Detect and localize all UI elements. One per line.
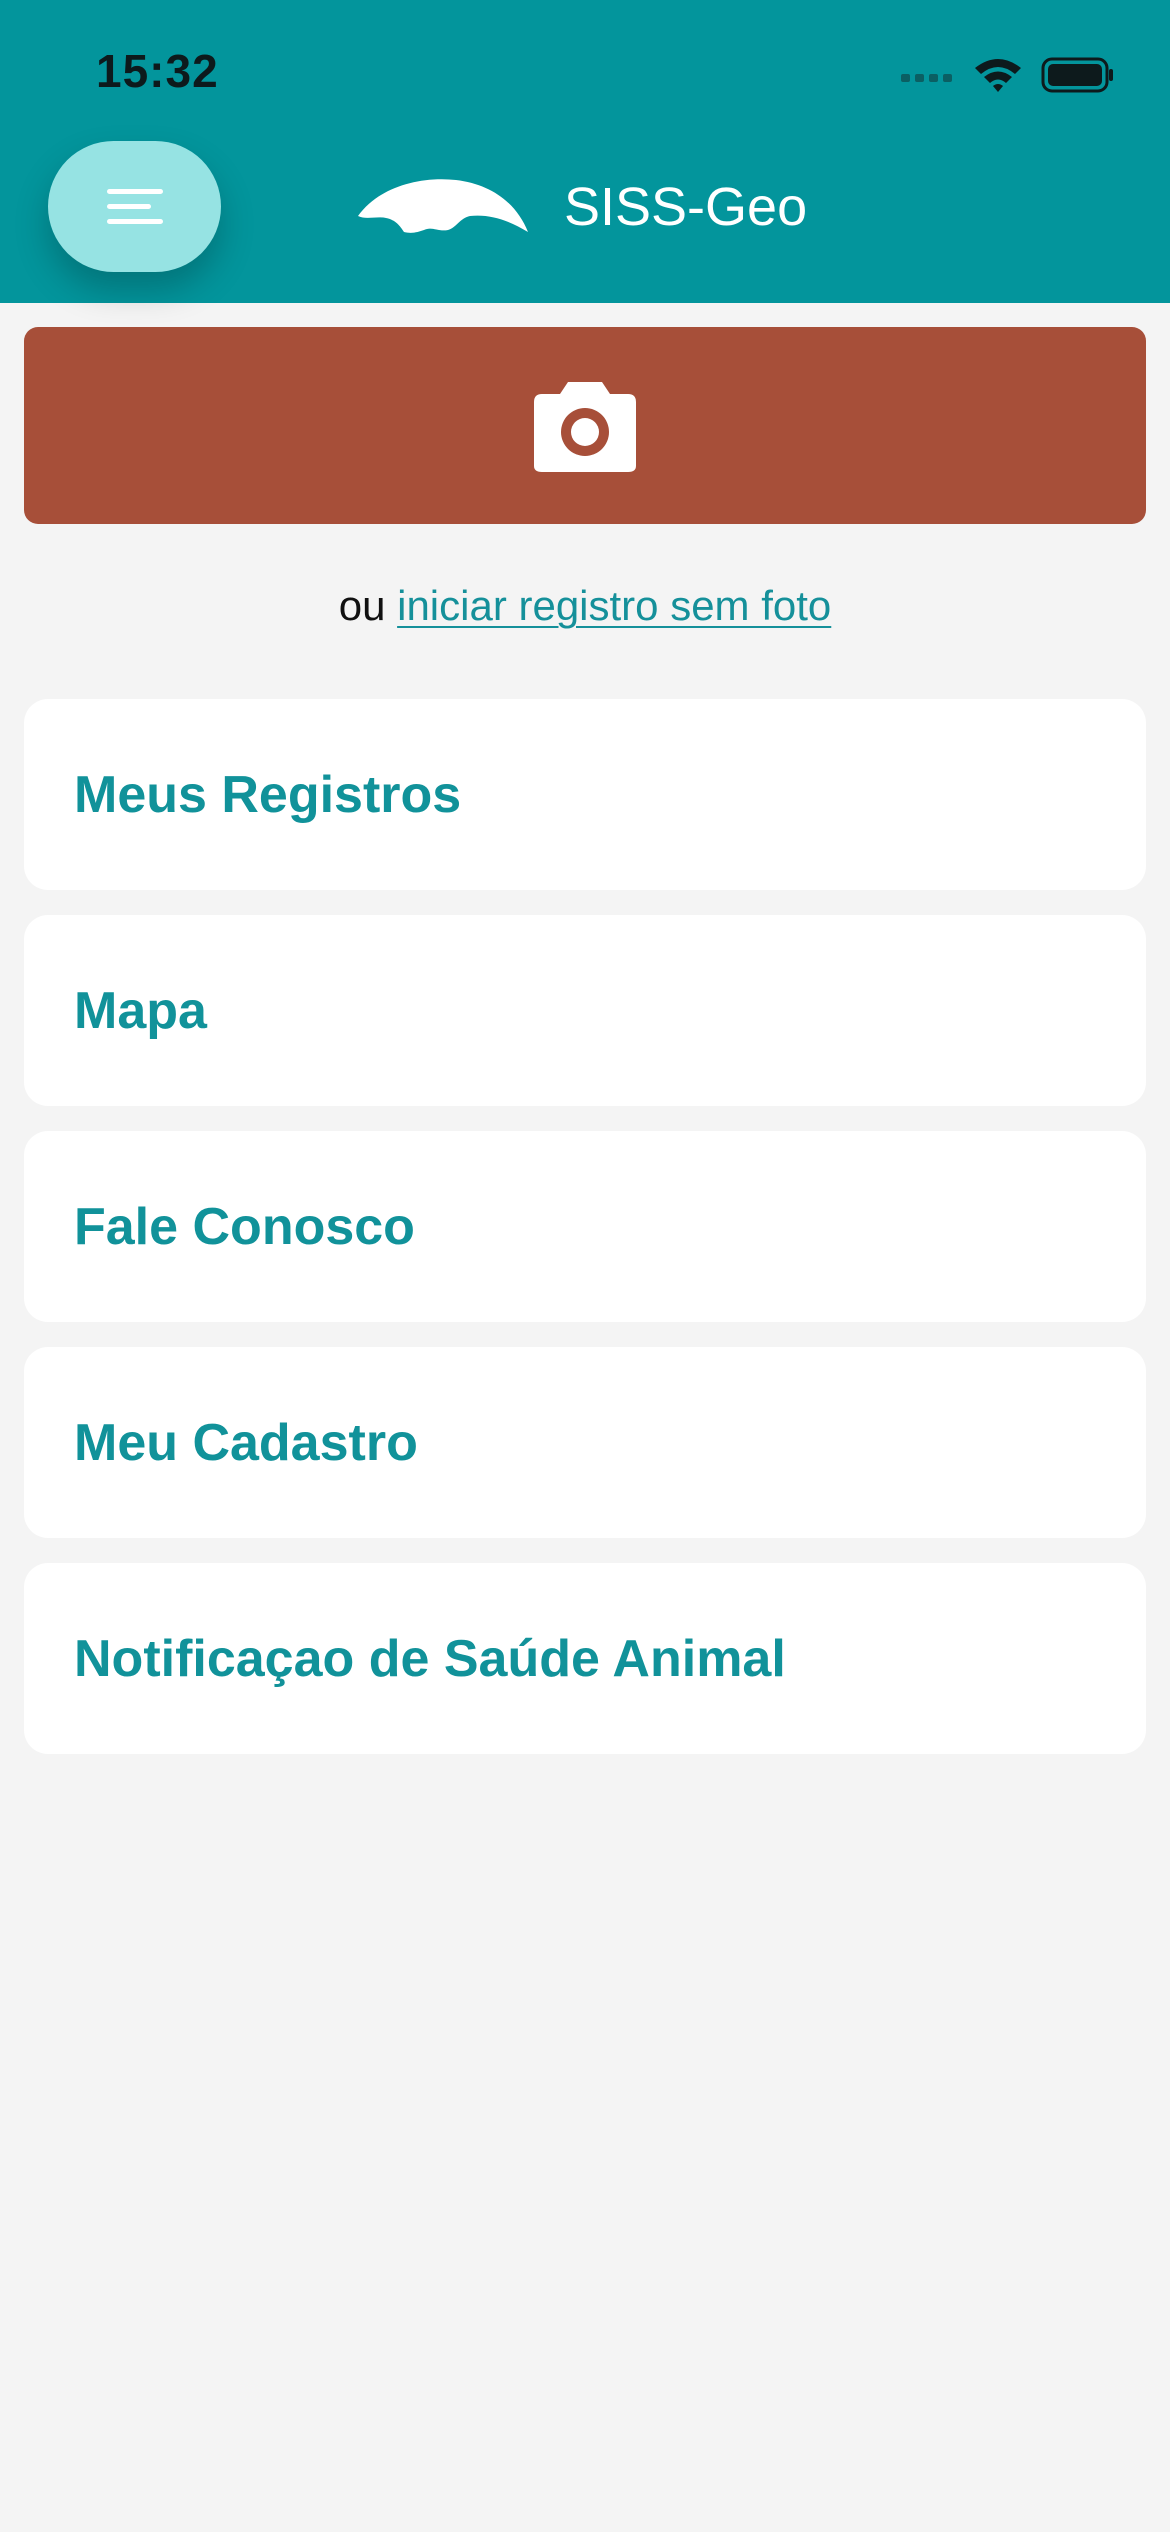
no-photo-prompt: ou iniciar registro sem foto: [0, 582, 1170, 630]
wifi-icon: [975, 59, 1021, 92]
menu-item-label: Meus Registros: [74, 765, 462, 824]
main-menu: Meus Registros Mapa Fale Conosco Meu Cad…: [24, 699, 1146, 1779]
menu-item-label: Mapa: [74, 981, 207, 1040]
menu-button[interactable]: [48, 141, 221, 272]
status-bar-indicators: [901, 50, 1115, 100]
menu-item-label: Fale Conosco: [74, 1197, 415, 1256]
menu-item-label: Meu Cadastro: [74, 1413, 418, 1472]
battery-icon: [1041, 57, 1113, 93]
menu-item-meus-registros[interactable]: Meus Registros: [24, 699, 1146, 890]
app-header: 15:32 SISS-Geo: [0, 0, 1170, 303]
camera-icon: [534, 381, 636, 472]
menu-item-fale-conosco[interactable]: Fale Conosco: [24, 1131, 1146, 1322]
no-photo-prefix: ou: [338, 582, 386, 629]
animal-silhouette-logo-icon: [358, 179, 528, 233]
menu-item-meu-cadastro[interactable]: Meu Cadastro: [24, 1347, 1146, 1538]
menu-item-mapa[interactable]: Mapa: [24, 915, 1146, 1106]
menu-item-notificacao-saude-animal[interactable]: Notificaçao de Saúde Animal: [24, 1563, 1146, 1754]
take-photo-button[interactable]: [24, 327, 1146, 524]
app-title: SISS-Geo: [564, 177, 808, 237]
start-record-without-photo-link[interactable]: iniciar registro sem foto: [397, 582, 831, 629]
status-bar-time: 15:32: [96, 45, 219, 97]
hamburger-menu-icon: [106, 188, 163, 224]
menu-item-label: Notificaçao de Saúde Animal: [74, 1629, 786, 1688]
cellular-signal-icon: [901, 74, 952, 82]
